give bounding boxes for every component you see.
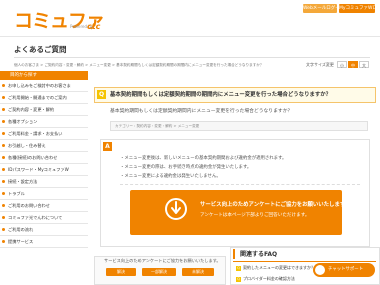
sidebar-item[interactable]: IDパスワード・MyコミュファW: [0, 164, 88, 176]
category-path[interactable]: カテゴリー : 契約内容・変更・解約 > メニュー変更: [110, 121, 368, 131]
faq-item-text[interactable]: 契約したメニューの変更はできますか？: [243, 265, 315, 270]
faq-q-icon: Q: [236, 265, 241, 271]
sidebar-heading: 目的から探す: [0, 71, 88, 80]
sidebar: 目的から探す お申し込みをご検討中のお客さま ご利用開始・開通までのご案内 ご契…: [0, 71, 88, 248]
sidebar-item[interactable]: ご利用開始・開通までのご案内: [0, 92, 88, 104]
text-size-large-button[interactable]: 大: [359, 61, 369, 68]
logo-ctc: ctc: [87, 22, 101, 31]
title-divider: [14, 57, 370, 58]
sidebar-item[interactable]: 各種オプション: [0, 116, 88, 128]
sidebar-item[interactable]: トラブル: [0, 188, 88, 200]
sidebar-item[interactable]: お申し込みをご検討中のお客さま: [0, 80, 88, 92]
faq-title-accent: [233, 249, 235, 259]
answer-divider: [120, 184, 360, 185]
banner-line-2: アンケートは本ページ下部よりご回答いただけます。: [200, 213, 310, 218]
faq-q-icon: Q: [236, 276, 241, 282]
answer-line: ・メニュー変更による違約金は発生いたしません。: [120, 174, 221, 179]
question-subtext: 基本契約期間もしくは定額契約期間内にメニュー変更を行った場合どうなりますか？: [110, 109, 293, 114]
header-divider: [0, 36, 380, 37]
sidebar-item[interactable]: ご利用料金・請求・お支払い: [0, 128, 88, 140]
related-faq-item[interactable]: Q プロバイダー料金の確認方法: [236, 276, 295, 282]
survey-unresolved-button[interactable]: 未解決: [182, 268, 214, 276]
sidebar-item[interactable]: コミュファ光でんわについて: [0, 212, 88, 224]
breadcrumb[interactable]: 個人のお客さま > ご契約内容・変更・解約 > メニュー変更 > 基本契約期間も…: [14, 63, 263, 68]
sidebar-item[interactable]: 提携サービス: [0, 236, 88, 248]
answer-line: ・メニュー変更の際は、お手続き時点の違約金が発生いたします。: [120, 165, 252, 170]
chat-support-label: チャットサポート: [328, 267, 364, 272]
answer-badge: A: [103, 142, 112, 151]
webmail-login-button[interactable]: Webメールログイン: [303, 4, 344, 13]
sidebar-item[interactable]: 各種(接続)のお問い合わせ: [0, 152, 88, 164]
text-size-label: 文字サイズ変更: [306, 62, 334, 67]
page-title: よくあるご質問: [14, 45, 67, 54]
survey-partly-resolved-button[interactable]: 一部解決: [142, 268, 176, 276]
faq-item-text[interactable]: プロバイダー料金の確認方法: [243, 276, 295, 281]
sidebar-item[interactable]: ご利用の流れ: [0, 224, 88, 236]
question-badge: Q: [97, 90, 106, 99]
text-size-medium-button[interactable]: 中: [348, 61, 358, 68]
sidebar-item[interactable]: ご利用のお問い合わせ: [0, 200, 88, 212]
my-login-button[interactable]: MyコミュファWログイン: [339, 4, 380, 13]
related-faq-title: 関連するFAQ: [240, 251, 278, 258]
sidebar-item[interactable]: お引越し・住み替え: [0, 140, 88, 152]
sidebar-item[interactable]: 接続・設定方法: [0, 176, 88, 188]
sidebar-item[interactable]: ご契約内容・変更・解約: [0, 104, 88, 116]
chat-icon: [315, 265, 325, 275]
down-arrow-icon: [171, 201, 181, 214]
banner-line-1: サービス向上のためアンケートにご協力をお願いいたします。: [200, 202, 351, 208]
related-faq-item[interactable]: Q 契約したメニューの変更はできますか？: [236, 265, 315, 271]
survey-question: サービス向上のためアンケートにご協力をお願いいたします。: [104, 258, 221, 263]
answer-line: ・メニュー変更後は、新しいメニューの基本契約期間および違約金が適用されます。: [120, 156, 287, 161]
question-title: 基本契約期間もしくは定額契約期間の期間内にメニュー変更を行った場合どうなりますか…: [110, 92, 332, 98]
survey-resolved-button[interactable]: 解決: [106, 268, 136, 276]
text-size-small-button[interactable]: 小: [337, 61, 347, 68]
faq-divider: [233, 261, 376, 262]
